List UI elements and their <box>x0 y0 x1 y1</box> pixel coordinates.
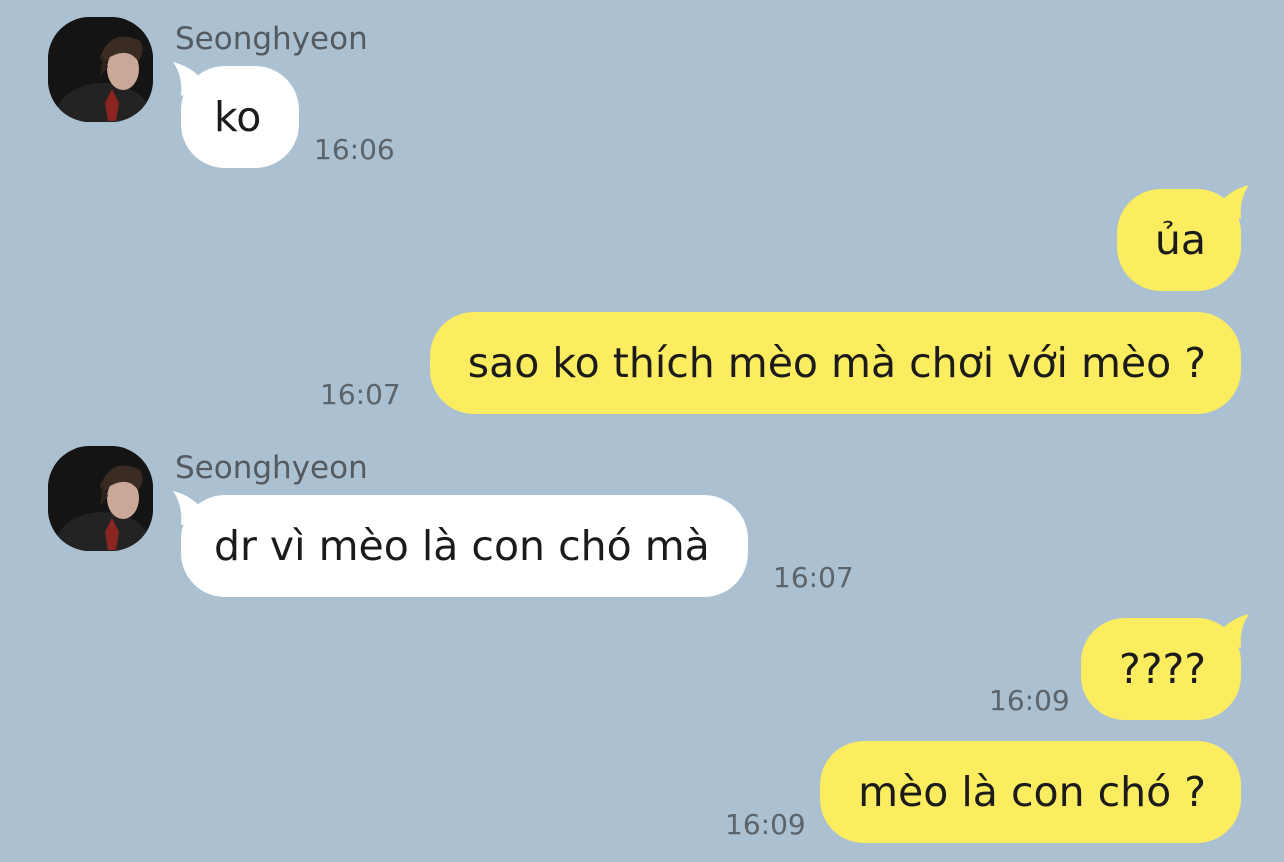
message-text: ???? <box>1118 645 1206 693</box>
bubble-tail <box>173 62 207 96</box>
message-timestamp: 16:07 <box>773 561 854 594</box>
message-bubble-outgoing[interactable]: mèo là con chó ? <box>820 741 1241 843</box>
message-text: dr vì mèo là con chó mà <box>214 522 710 570</box>
contact-avatar[interactable] <box>48 446 153 551</box>
sender-name: Seonghyeon <box>175 21 368 57</box>
message-text: ủa <box>1154 216 1206 264</box>
message-timestamp: 16:09 <box>989 684 1070 717</box>
bubble-tail <box>173 491 207 525</box>
sender-name: Seonghyeon <box>175 450 368 486</box>
message-bubble-outgoing[interactable]: sao ko thích mèo mà chơi với mèo ? <box>429 312 1241 414</box>
message-text: ko <box>214 93 262 141</box>
contact-avatar[interactable] <box>48 17 153 122</box>
message-timestamp: 16:09 <box>725 808 806 841</box>
message-bubble-outgoing[interactable]: ???? <box>1080 614 1249 720</box>
message-text: mèo là con chó ? <box>858 768 1206 816</box>
message-text: sao ko thích mèo mà chơi với mèo ? <box>467 339 1206 387</box>
message-bubble-outgoing[interactable]: ủa <box>1116 185 1249 291</box>
message-bubble-incoming[interactable]: dr vì mèo là con chó mà <box>173 491 748 597</box>
message-timestamp: 16:07 <box>320 378 401 411</box>
message-bubble-incoming[interactable]: ko <box>173 62 300 168</box>
bubble-tail <box>1215 185 1249 219</box>
message-timestamp: 16:06 <box>314 133 395 166</box>
bubble-tail <box>1215 614 1249 648</box>
chat-window[interactable]: Seonghyeon ko 16:06 ủa sao ko thích mèo … <box>0 0 1284 862</box>
